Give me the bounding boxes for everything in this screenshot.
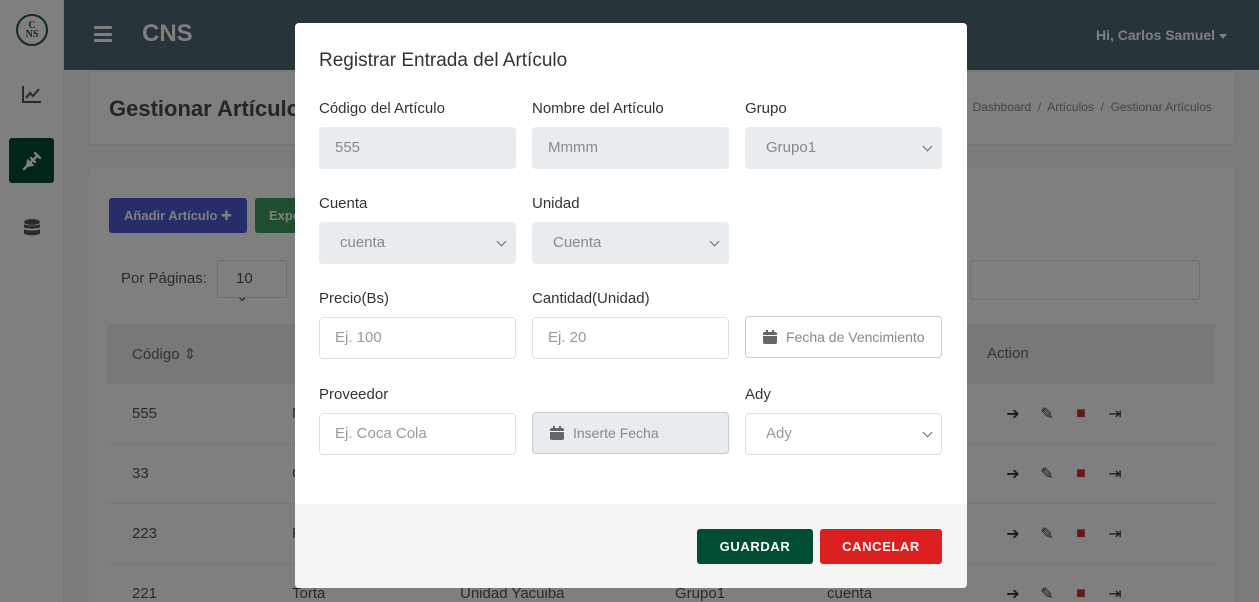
vencimiento-date-field[interactable]: Fecha de Vencimiento: [745, 316, 942, 358]
save-button[interactable]: GUARDAR: [697, 529, 813, 564]
precio-field[interactable]: Ej. 100: [319, 317, 516, 359]
cuenta-select[interactable]: cuenta: [319, 222, 516, 264]
nombre-field[interactable]: Mmmm: [532, 127, 729, 169]
cantidad-label: Cantidad(Unidad): [532, 290, 650, 307]
register-entry-modal: Registrar Entrada del Artículo Código de…: [295, 23, 967, 588]
ady-select[interactable]: Ady: [745, 413, 942, 455]
unidad-select[interactable]: Cuenta: [532, 222, 729, 264]
ady-label: Ady: [745, 386, 771, 403]
nombre-label: Nombre del Artículo: [532, 100, 664, 117]
cancel-button[interactable]: CANCELAR: [820, 529, 942, 564]
cuenta-label: Cuenta: [319, 195, 368, 212]
codigo-field[interactable]: 555: [319, 127, 516, 169]
fecha-date-field[interactable]: Inserte Fecha: [532, 412, 729, 454]
vencimiento-placeholder: Fecha de Vencimiento: [786, 329, 925, 345]
fecha-placeholder: Inserte Fecha: [573, 425, 659, 441]
grupo-select[interactable]: Grupo1: [745, 127, 942, 169]
calendar-icon: [763, 330, 777, 344]
precio-label: Precio(Bs): [319, 290, 390, 307]
calendar-icon: [550, 426, 564, 440]
proveedor-label: Proveedor: [319, 386, 389, 403]
grupo-label: Grupo: [745, 100, 787, 117]
modal-footer: GUARDAR CANCELAR: [295, 504, 967, 588]
unidad-label: Unidad: [532, 195, 580, 212]
modal-title: Registrar Entrada del Artículo: [319, 50, 568, 71]
cantidad-field[interactable]: Ej. 20: [532, 317, 729, 359]
proveedor-field[interactable]: Ej. Coca Cola: [319, 413, 516, 455]
codigo-label: Código del Artículo: [319, 100, 445, 117]
